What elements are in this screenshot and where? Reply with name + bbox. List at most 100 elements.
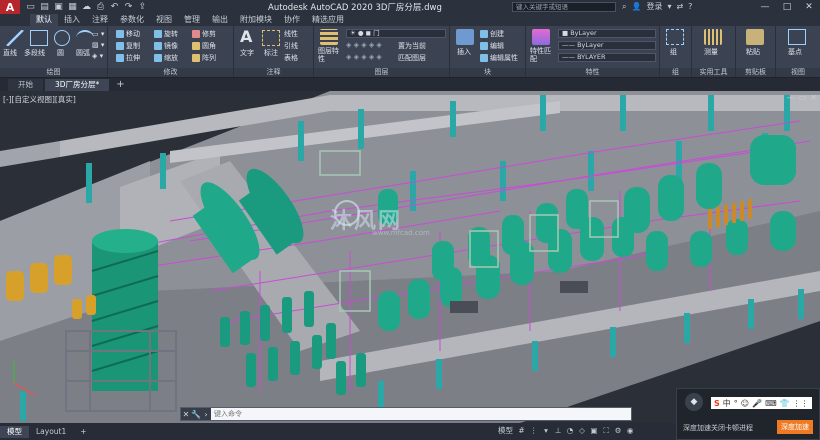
layer-state-icons[interactable]: ◈ ◈ ◈ ◈ ◈	[346, 41, 382, 49]
model-space-toggle[interactable]: 模型	[498, 425, 513, 436]
cloud-icon[interactable]: ☁	[82, 2, 91, 12]
ime-logo[interactable]: S	[714, 399, 720, 408]
scale-tool[interactable]: 缩放	[154, 53, 178, 63]
group-icon[interactable]	[666, 29, 684, 45]
close-button[interactable]: ✕	[798, 0, 820, 14]
start-tab[interactable]: 开始	[8, 79, 43, 91]
mirror-tool[interactable]: 镜像	[154, 41, 178, 51]
redo-icon[interactable]: ↷	[124, 2, 133, 12]
app-menu-button[interactable]: A	[0, 0, 20, 14]
grid-icon[interactable]: #	[518, 426, 525, 435]
linetype-dropdown[interactable]: —— ByLayer	[558, 41, 656, 50]
restore-viewport-icon[interactable]: ▭	[799, 93, 807, 102]
fillet-tool[interactable]: 圆角	[192, 41, 216, 51]
command-input[interactable]	[211, 408, 631, 420]
new-tab-button[interactable]: +	[111, 79, 129, 91]
drawing-tab[interactable]: 3D厂房分层*	[45, 79, 110, 91]
lineweight-dropdown[interactable]: —— BYLAYER	[558, 53, 656, 62]
print-icon[interactable]: ⎙	[96, 2, 105, 12]
match-layer-tool[interactable]: 匹配图层	[398, 53, 426, 63]
tab-featured-apps[interactable]: 精选应用	[306, 14, 350, 26]
tab-annotate[interactable]: 注释	[86, 14, 114, 26]
group-tool[interactable]: 组	[670, 47, 677, 57]
view-panel-title[interactable]: 视图	[776, 68, 820, 77]
ime-keyboard-icon[interactable]: ⌨	[765, 399, 777, 408]
rotate-tool[interactable]: 旋转	[154, 29, 178, 39]
edit-block-tool[interactable]: 编辑	[480, 41, 504, 51]
ime-emoji-icon[interactable]: ☺	[741, 399, 749, 408]
add-layout-button[interactable]: +	[73, 426, 93, 438]
annotation-scale-icon[interactable]: ⛶	[603, 426, 610, 436]
basepoint-tool[interactable]: 基点	[788, 47, 802, 57]
maximize-button[interactable]: □	[776, 0, 798, 14]
layout1-tab[interactable]: Layout1	[29, 426, 73, 438]
leader-tool[interactable]: 引线	[284, 41, 298, 51]
isolate-icon[interactable]: ◉	[627, 426, 634, 435]
view-label[interactable]: [-][自定义视图][真实]	[3, 94, 76, 105]
paste-tool[interactable]: 粘贴	[746, 47, 760, 57]
clipboard-panel-title[interactable]: 剪贴板	[736, 68, 775, 77]
ime-more-icon[interactable]: ⋮⋮	[793, 399, 809, 408]
open-icon[interactable]: ▤	[40, 2, 49, 12]
share-icon[interactable]: ⇪	[138, 2, 147, 12]
circle-icon[interactable]	[54, 30, 70, 46]
text-icon[interactable]: A	[240, 27, 252, 46]
ime-skin-icon[interactable]: 👕	[780, 399, 790, 408]
circle-tool[interactable]: 圆	[57, 48, 64, 58]
draw-panel-title[interactable]: 绘图	[0, 68, 107, 77]
workspace-icon[interactable]: ⚙	[615, 426, 622, 435]
tab-collaborate[interactable]: 协作	[278, 14, 306, 26]
cart-icon[interactable]: ▾	[667, 2, 671, 11]
arc-tool[interactable]: 圆弧	[76, 48, 90, 58]
annotation-panel-title[interactable]: 注释	[234, 68, 313, 77]
color-dropdown[interactable]: ■ ByLayer	[558, 29, 656, 38]
model-layout-tab[interactable]: 模型	[0, 425, 29, 438]
measure-tool[interactable]: 测量	[704, 47, 718, 57]
minimize-viewport-icon[interactable]: —	[787, 93, 795, 102]
create-block-tool[interactable]: 创建	[480, 29, 504, 39]
hatch-icon[interactable]: ▨ ▾	[92, 41, 104, 49]
minimize-button[interactable]: —	[754, 0, 776, 14]
isodraft-icon[interactable]: ◇	[579, 426, 586, 435]
customize-icon[interactable]: 🔧	[191, 410, 201, 419]
exchange-icon[interactable]: ⇄	[676, 2, 683, 11]
measure-icon[interactable]	[704, 29, 722, 45]
tab-default[interactable]: 默认	[30, 14, 58, 26]
trim-tool[interactable]: 修剪	[192, 29, 216, 39]
drawing-viewport[interactable]: [-][自定义视图][真实] — ▭ ✕ 沐风网 www.mfcad.com	[0, 91, 820, 423]
edit-attributes-tool[interactable]: 编辑属性	[480, 53, 518, 63]
accelerator-icon[interactable]: ◆	[685, 393, 703, 411]
ime-chinese-toggle[interactable]: 中	[723, 398, 731, 409]
modify-panel-title[interactable]: 修改	[108, 68, 233, 77]
search-input[interactable]: 键入关键字或短语	[512, 2, 616, 12]
array-tool[interactable]: 阵列	[192, 53, 216, 63]
ime-punct-toggle[interactable]: °	[734, 399, 738, 408]
rectangle-icon[interactable]: ▭ ▾	[92, 30, 104, 38]
paste-icon[interactable]	[746, 29, 764, 45]
undo-icon[interactable]: ↶	[110, 2, 119, 12]
accelerator-button[interactable]: 深度加速	[777, 420, 813, 434]
block-panel-title[interactable]: 块	[450, 68, 525, 77]
help-icon[interactable]: ?	[688, 2, 692, 11]
ortho-icon[interactable]: ⊥	[555, 426, 562, 435]
dimension-icon[interactable]	[262, 30, 280, 46]
polyline-icon[interactable]	[30, 30, 48, 46]
line-tool[interactable]: 直线	[3, 48, 17, 58]
user-icon[interactable]: 👤	[631, 2, 641, 11]
text-tool[interactable]: 文字	[240, 48, 254, 58]
dynamic-input-icon[interactable]: ▾	[543, 426, 550, 435]
close-viewport-icon[interactable]: ✕	[810, 93, 817, 102]
tab-addins[interactable]: 附加模块	[234, 14, 278, 26]
snap-icon[interactable]: ⋮	[530, 426, 538, 435]
layer-tools-icons[interactable]: ◈ ◈ ◈ ◈ ◈	[346, 53, 382, 61]
table-tool[interactable]: 表格	[284, 53, 298, 63]
osnap-icon[interactable]: ▣	[591, 426, 598, 435]
save-icon[interactable]: ▣	[54, 2, 63, 12]
polar-icon[interactable]: ◔	[567, 426, 574, 435]
layer-dropdown[interactable]: ☀ ● ◼ 门	[346, 29, 446, 38]
move-tool[interactable]: 移动	[116, 29, 140, 39]
layer-properties-tool[interactable]: 图层特性	[318, 47, 342, 63]
stretch-tool[interactable]: 拉伸	[116, 53, 140, 63]
tab-view[interactable]: 视图	[150, 14, 178, 26]
tab-parametric[interactable]: 参数化	[114, 14, 150, 26]
